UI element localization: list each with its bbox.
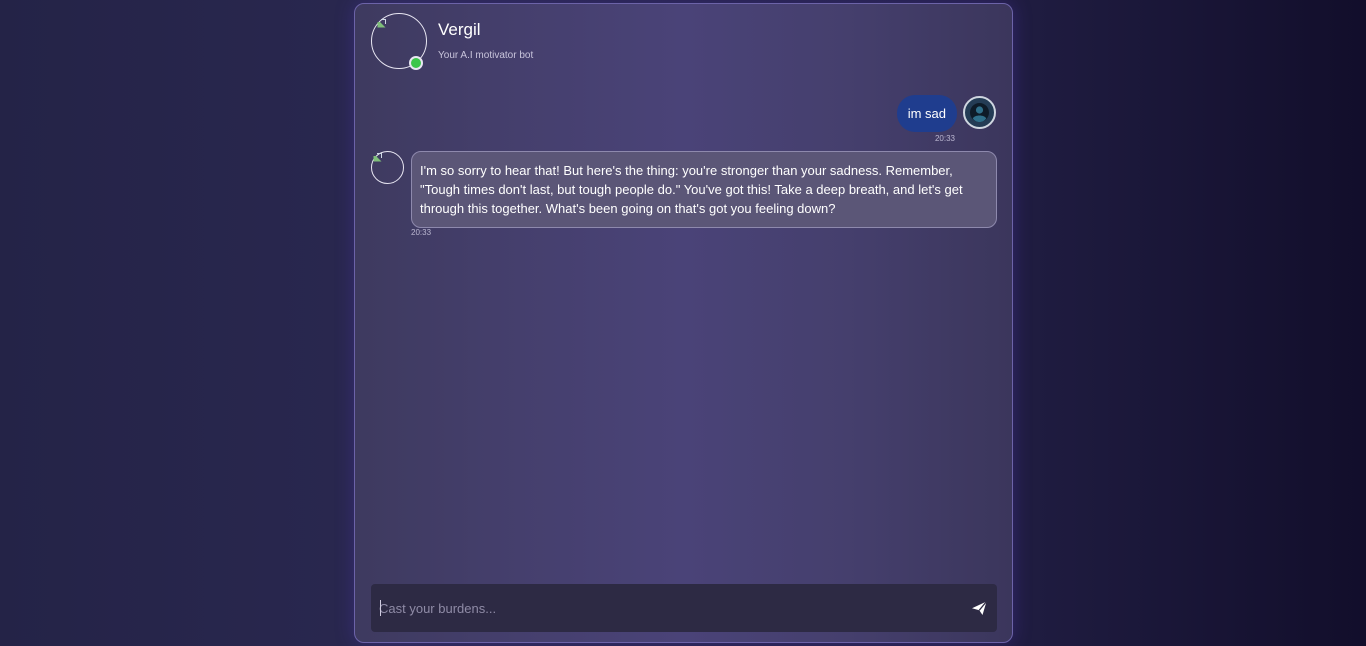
bot-tagline: Your A.I motivator bot (438, 50, 534, 61)
message-composer (371, 584, 997, 632)
broken-image-icon (377, 19, 386, 28)
user-avatar-icon (963, 96, 996, 129)
text-caret (380, 600, 381, 616)
bot-name: Vergil (438, 20, 481, 39)
chat-header: Vergil Your A.I motivator bot (371, 13, 971, 71)
person-icon (970, 103, 989, 122)
online-status-icon (409, 56, 423, 70)
chat-panel: Vergil Your A.I motivator bot im sad 20:… (354, 3, 1013, 643)
bot-message-bubble: I'm so sorry to hear that! But here's th… (411, 151, 997, 228)
broken-image-icon (373, 153, 382, 162)
send-button[interactable] (969, 598, 989, 618)
user-message-time: 20:33 (934, 134, 955, 143)
message-input[interactable] (379, 584, 949, 632)
bot-message-time: 20:33 (411, 228, 432, 237)
bot-avatar (371, 13, 427, 70)
bot-message-avatar (371, 151, 404, 184)
user-message-bubble: im sad (896, 95, 957, 132)
send-icon (972, 601, 988, 615)
